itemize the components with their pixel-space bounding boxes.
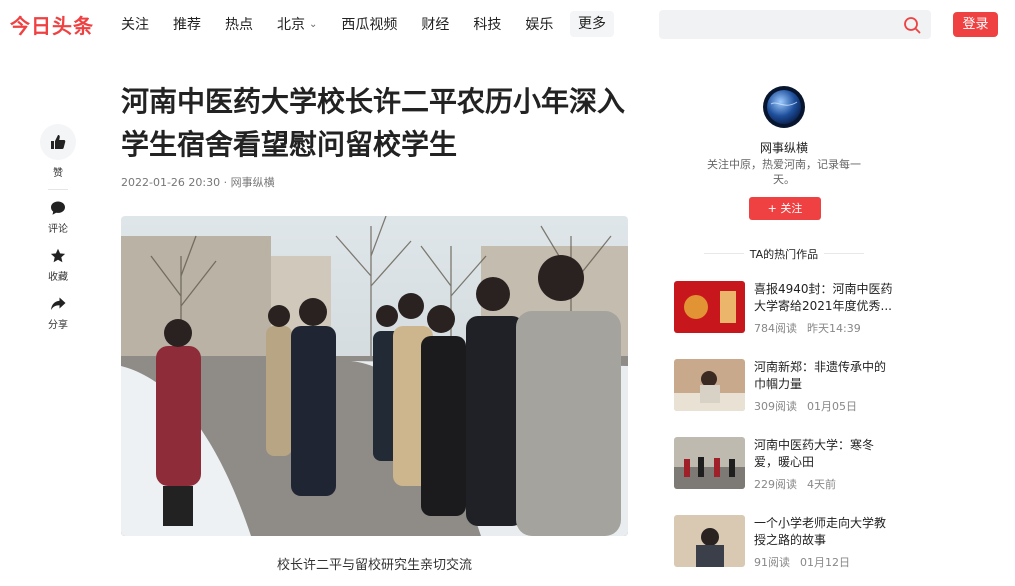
hot-work-item[interactable]: 河南新郑：非遗传承中的巾帼力量 309阅读 01月05日 xyxy=(674,359,914,413)
chevron-down-icon: ⌄ xyxy=(309,18,318,30)
hot-work-meta: 229阅读 4天前 xyxy=(754,476,836,492)
hot-work-time: 昨天14:39 xyxy=(807,322,861,335)
search-input[interactable] xyxy=(659,10,889,39)
nav-item-label: 热点 xyxy=(225,17,253,33)
hot-work-meta: 309阅读 01月05日 xyxy=(754,398,857,414)
star-icon xyxy=(50,248,66,263)
favorite-button[interactable]: 收藏 xyxy=(40,248,76,283)
login-button[interactable]: 登录 xyxy=(953,12,998,37)
campus-photo-illustration xyxy=(121,216,628,536)
hot-work-title: 河南中医药大学：寒冬爱，暖心田 xyxy=(754,438,875,469)
hot-work-item[interactable]: 喜报4940封：河南中医药大学寄给2021年度优秀... 784阅读 昨天14:3… xyxy=(674,281,914,335)
author-name[interactable]: 网事纵横 xyxy=(700,139,868,156)
author-avatar[interactable] xyxy=(763,86,805,128)
nav-item-city[interactable]: 北京 ⌄ xyxy=(277,14,317,34)
favorite-label: 收藏 xyxy=(48,272,68,283)
nav-more-button[interactable]: 更多 xyxy=(570,11,614,37)
nav-item-label: 科技 xyxy=(473,17,502,33)
hot-work-time: 4天前 xyxy=(807,478,836,491)
nav-item-label: 财经 xyxy=(421,17,450,33)
hot-work-title: 一个小学老师走向大学教授之路的故事 xyxy=(754,516,887,547)
hot-work-item[interactable]: 一个小学老师走向大学教授之路的故事 91阅读 01月12日 xyxy=(674,515,914,569)
search-icon[interactable] xyxy=(903,16,921,34)
nav-item-label: 娱乐 xyxy=(525,17,554,33)
thumbs-up-icon xyxy=(51,135,66,149)
nav-item-label: 西瓜视频 xyxy=(341,17,398,33)
hot-work-time: 01月12日 xyxy=(800,556,850,569)
comment-button[interactable]: 评论 xyxy=(40,200,76,235)
nav-item-recommend[interactable]: 推荐 xyxy=(173,14,201,34)
comment-label: 评论 xyxy=(48,224,68,235)
share-arrow-icon xyxy=(51,297,66,310)
hot-work-thumbnail xyxy=(674,359,745,411)
hot-work-title: 喜报4940封：河南中医药大学寄给2021年度优秀... xyxy=(754,282,893,313)
hot-work-reads: 91阅读 xyxy=(754,556,790,569)
nav-item-finance[interactable]: 财经 xyxy=(421,14,449,34)
hot-works-header: TA的热门作品 xyxy=(700,246,868,262)
author-bio: 关注中原，热爱河南，记录每一天。 xyxy=(707,158,861,186)
top-navigation-bar: 今日头条 关注 推荐 热点 北京 ⌄ 西瓜视频 财经 科技 娱乐 更多 登录 xyxy=(0,0,1015,48)
hot-work-reads: 309阅读 xyxy=(754,400,797,413)
nav-item-hot[interactable]: 热点 xyxy=(225,14,253,34)
hot-work-meta: 91阅读 01月12日 xyxy=(754,554,850,570)
like-label: 赞 xyxy=(53,168,63,179)
share-button[interactable]: 分享 xyxy=(40,296,76,331)
toutiao-logo[interactable]: 今日头条 xyxy=(10,10,94,39)
hot-work-thumbnail xyxy=(674,515,745,567)
rail-divider xyxy=(48,189,68,190)
follow-button[interactable]: + 关注 xyxy=(749,197,821,220)
nav-item-label: 推荐 xyxy=(173,17,201,33)
hot-work-time: 01月05日 xyxy=(807,400,857,413)
share-label: 分享 xyxy=(48,320,68,331)
article-photo xyxy=(121,216,628,536)
like-button[interactable] xyxy=(40,124,76,160)
comment-icon xyxy=(51,201,65,215)
search-box xyxy=(659,10,931,39)
nav-item-follow[interactable]: 关注 xyxy=(121,14,149,34)
hot-work-meta: 784阅读 昨天14:39 xyxy=(754,320,861,336)
hot-work-reads: 229阅读 xyxy=(754,478,797,491)
nav-item-tech[interactable]: 科技 xyxy=(473,14,501,34)
hot-work-thumbnail xyxy=(674,281,745,333)
nav-item-entertainment[interactable]: 娱乐 xyxy=(525,14,553,34)
nav-item-label: 北京 xyxy=(277,17,305,33)
article-title: 河南中医药大学校长许二平农历小年深入学生宿舍看望慰问留校学生 xyxy=(121,85,626,161)
hot-work-reads: 784阅读 xyxy=(754,322,797,335)
hot-work-thumbnail xyxy=(674,437,745,489)
nav-item-label: 关注 xyxy=(121,17,149,33)
photo-caption: 校长许二平与留校研究生亲切交流 xyxy=(276,558,472,573)
globe-avatar-image xyxy=(763,86,805,128)
hot-work-title: 河南新郑：非遗传承中的巾帼力量 xyxy=(754,360,887,391)
channel-nav: 关注 推荐 热点 北京 ⌄ 西瓜视频 财经 科技 娱乐 xyxy=(121,14,577,34)
hot-work-item[interactable]: 河南中医药大学：寒冬爱，暖心田 229阅读 4天前 xyxy=(674,437,914,491)
article-action-rail: 赞 评论 收藏 分享 xyxy=(40,124,76,344)
article-meta: 2022-01-26 20:30 · 网事纵横 xyxy=(121,176,275,189)
nav-item-xigua-video[interactable]: 西瓜视频 xyxy=(341,14,397,34)
